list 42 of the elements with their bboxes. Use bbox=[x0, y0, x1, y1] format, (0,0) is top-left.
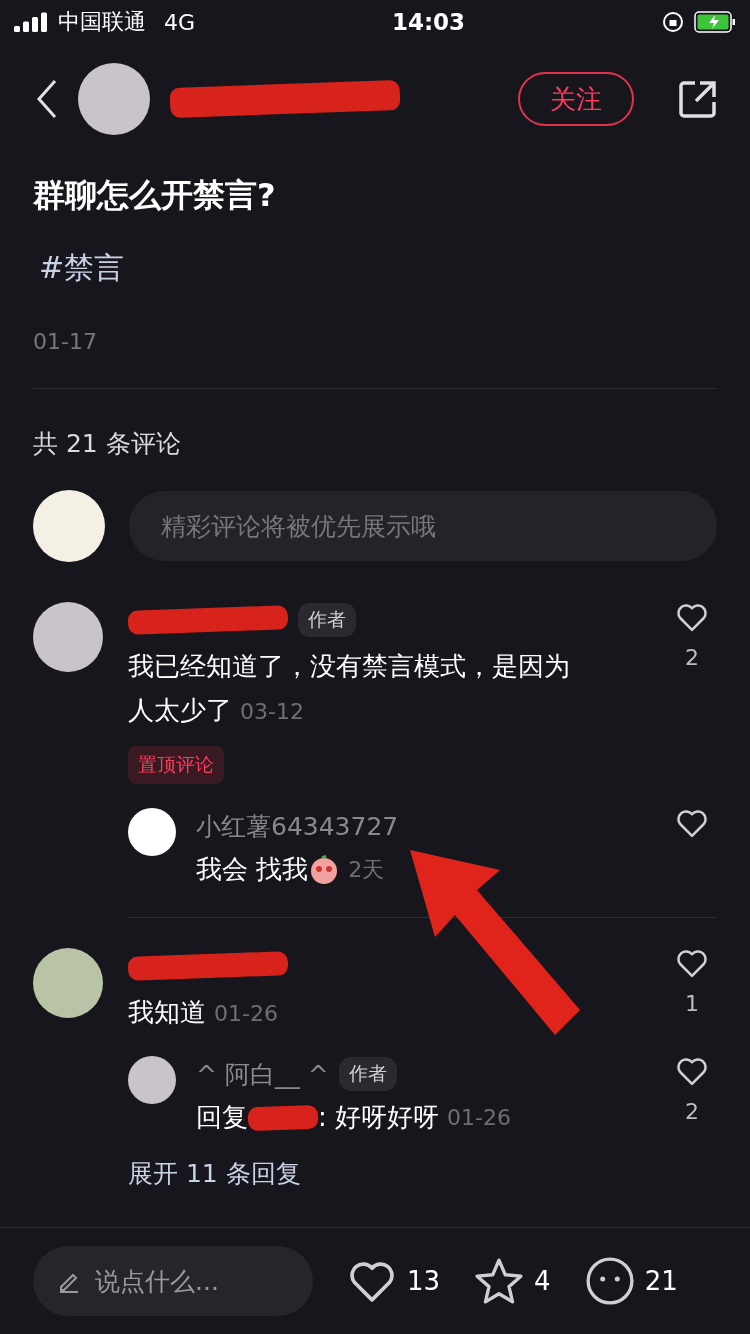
carrier-name: 中国联通 bbox=[58, 8, 146, 36]
post-title: 群聊怎么开禁言? bbox=[33, 175, 277, 216]
back-icon[interactable] bbox=[36, 79, 58, 119]
hashtag-link[interactable]: #禁言 bbox=[39, 248, 717, 289]
heart-icon[interactable] bbox=[675, 948, 709, 979]
comment-count: 共 21 条评论 bbox=[33, 428, 182, 460]
network-type: 4G bbox=[164, 9, 196, 35]
reply-text: 我会 找我 bbox=[196, 853, 309, 886]
heart-icon[interactable] bbox=[675, 1056, 709, 1087]
expand-replies-link[interactable]: 展开 11 条回复 bbox=[128, 1157, 301, 1190]
avatar[interactable] bbox=[128, 1056, 176, 1104]
commenter-name[interactable]: 小红薯64343727 bbox=[196, 809, 399, 843]
comment-text: 我知道 01-26 bbox=[128, 996, 279, 1029]
like-count: 2 bbox=[685, 644, 699, 670]
comment-total: 21 bbox=[644, 1266, 678, 1296]
like-count: 13 bbox=[407, 1266, 441, 1296]
heart-icon[interactable] bbox=[675, 808, 709, 839]
pinned-badge: 置顶评论 bbox=[128, 746, 224, 784]
star-icon[interactable] bbox=[474, 1257, 525, 1305]
follow-button[interactable]: 关注 bbox=[518, 72, 634, 126]
reply-label: 回复 bbox=[196, 1101, 248, 1134]
comment-field[interactable]: 说点什么... bbox=[33, 1246, 313, 1316]
status-time: 14:03 bbox=[391, 9, 466, 35]
favorite-count: 4 bbox=[534, 1266, 551, 1296]
comment-bubble-icon[interactable] bbox=[584, 1256, 635, 1306]
post-date: 01-17 bbox=[33, 329, 98, 354]
author-badge: 作者 bbox=[298, 603, 356, 637]
avatar[interactable] bbox=[128, 808, 176, 856]
like-count: 1 bbox=[685, 990, 699, 1016]
rotation-lock-icon bbox=[662, 11, 684, 33]
heart-icon[interactable] bbox=[675, 602, 709, 633]
share-icon[interactable] bbox=[678, 79, 718, 119]
commenter-name[interactable]: ^ 阿白__ ^ bbox=[196, 1057, 329, 1091]
author-badge: 作者 bbox=[338, 1057, 397, 1091]
reply-time: 01-26 bbox=[447, 1105, 511, 1130]
signal-icon bbox=[14, 12, 48, 32]
comment-input-field[interactable]: 精彩评论将被优先展示哦 bbox=[129, 491, 717, 561]
reply-text: : 好呀好呀 bbox=[318, 1101, 440, 1134]
reply-time: 2天 bbox=[348, 855, 385, 884]
comment-text: 我已经知道了，没有禁言模式，是因为人太少了 03-12 bbox=[128, 650, 571, 727]
battery-icon bbox=[694, 11, 736, 33]
like-count: 2 bbox=[685, 1098, 699, 1124]
